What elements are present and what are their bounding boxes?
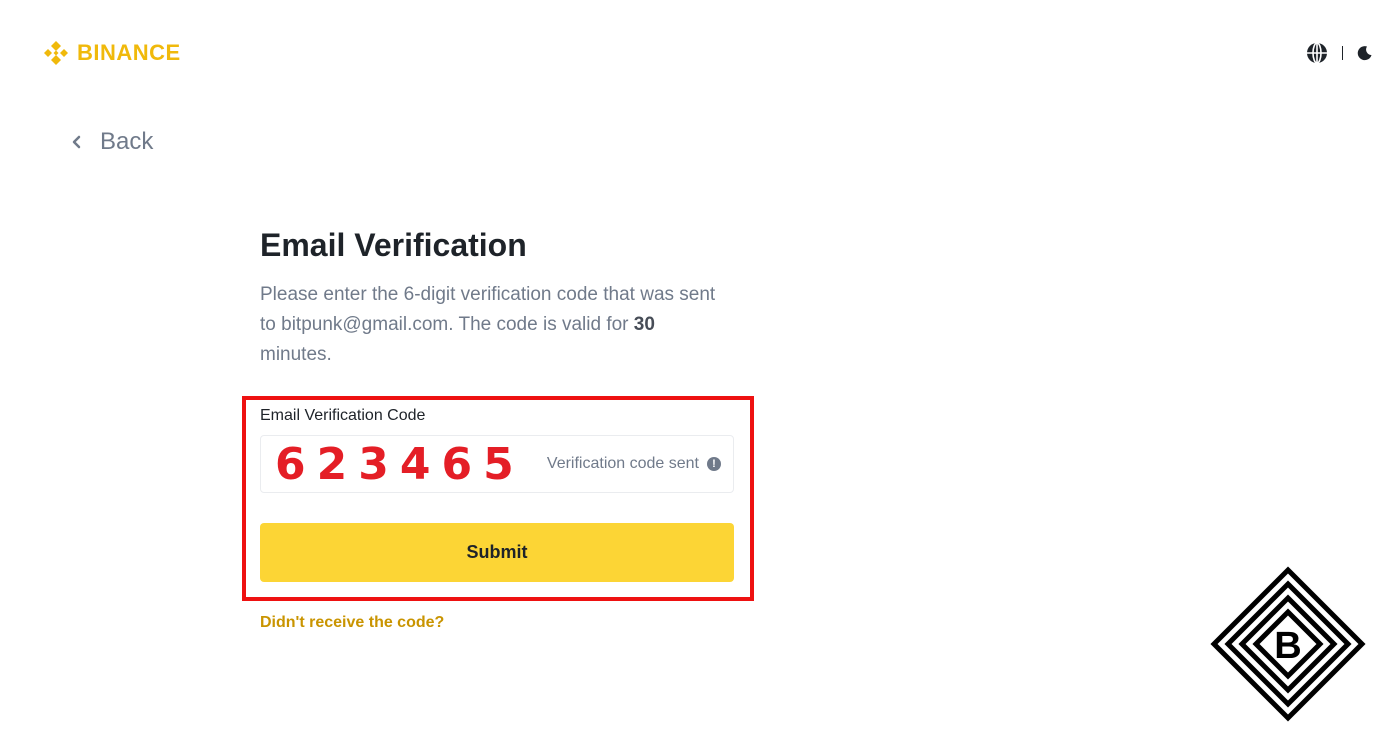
watermark-letter: B (1274, 625, 1301, 667)
verification-code-input[interactable]: 623465 Verification code sent ! (260, 435, 734, 493)
code-sent-text: Verification code sent (546, 455, 699, 472)
verification-form: Email Verification Please enter the 6-di… (260, 226, 734, 370)
submit-button[interactable]: Submit (260, 523, 734, 582)
theme-toggle-button[interactable] (1357, 45, 1373, 61)
moon-icon (1357, 46, 1372, 61)
binance-logo[interactable]: BINANCE (41, 38, 181, 68)
language-button[interactable] (1306, 42, 1328, 64)
description: Please enter the 6-digit verification co… (260, 280, 730, 370)
description-text-end: minutes. (260, 344, 332, 365)
back-label: Back (100, 128, 154, 155)
resend-code-link[interactable]: Didn't receive the code? (260, 614, 444, 632)
page-title: Email Verification (260, 227, 527, 263)
description-minutes: 30 (633, 314, 655, 335)
page: BINANCE Back Email Verification Please e… (0, 0, 1397, 741)
info-icon[interactable]: ! (707, 457, 721, 471)
code-field-label: Email Verification Code (260, 407, 426, 424)
binance-logo-icon (44, 41, 68, 65)
chevron-left-icon (72, 135, 81, 149)
header-divider (1342, 46, 1343, 60)
verification-code-value: 623465 (275, 438, 525, 490)
watermark-logo: B (1210, 566, 1366, 722)
globe-icon (1307, 42, 1327, 64)
header-actions (1306, 42, 1373, 64)
brand-name: BINANCE (77, 40, 181, 65)
back-button[interactable]: Back (70, 128, 153, 156)
code-sent-status: Verification code sent ! (547, 455, 721, 473)
